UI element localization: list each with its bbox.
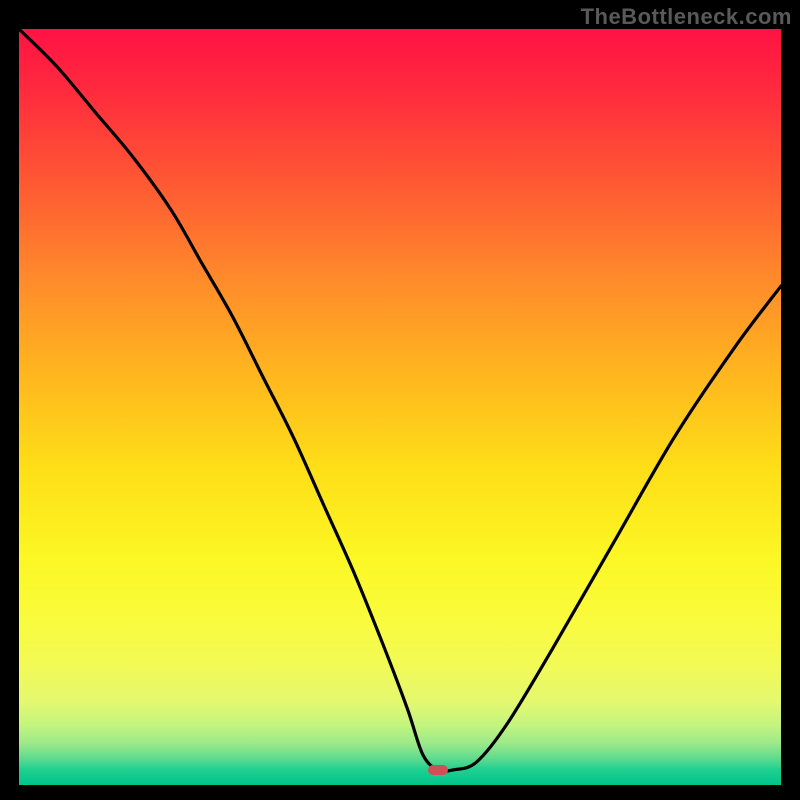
chart-container: TheBottleneck.com [0,0,800,800]
bottleneck-curve [19,29,781,785]
plot-frame [19,29,781,785]
optimum-marker [428,765,448,775]
watermark-label: TheBottleneck.com [581,4,792,30]
